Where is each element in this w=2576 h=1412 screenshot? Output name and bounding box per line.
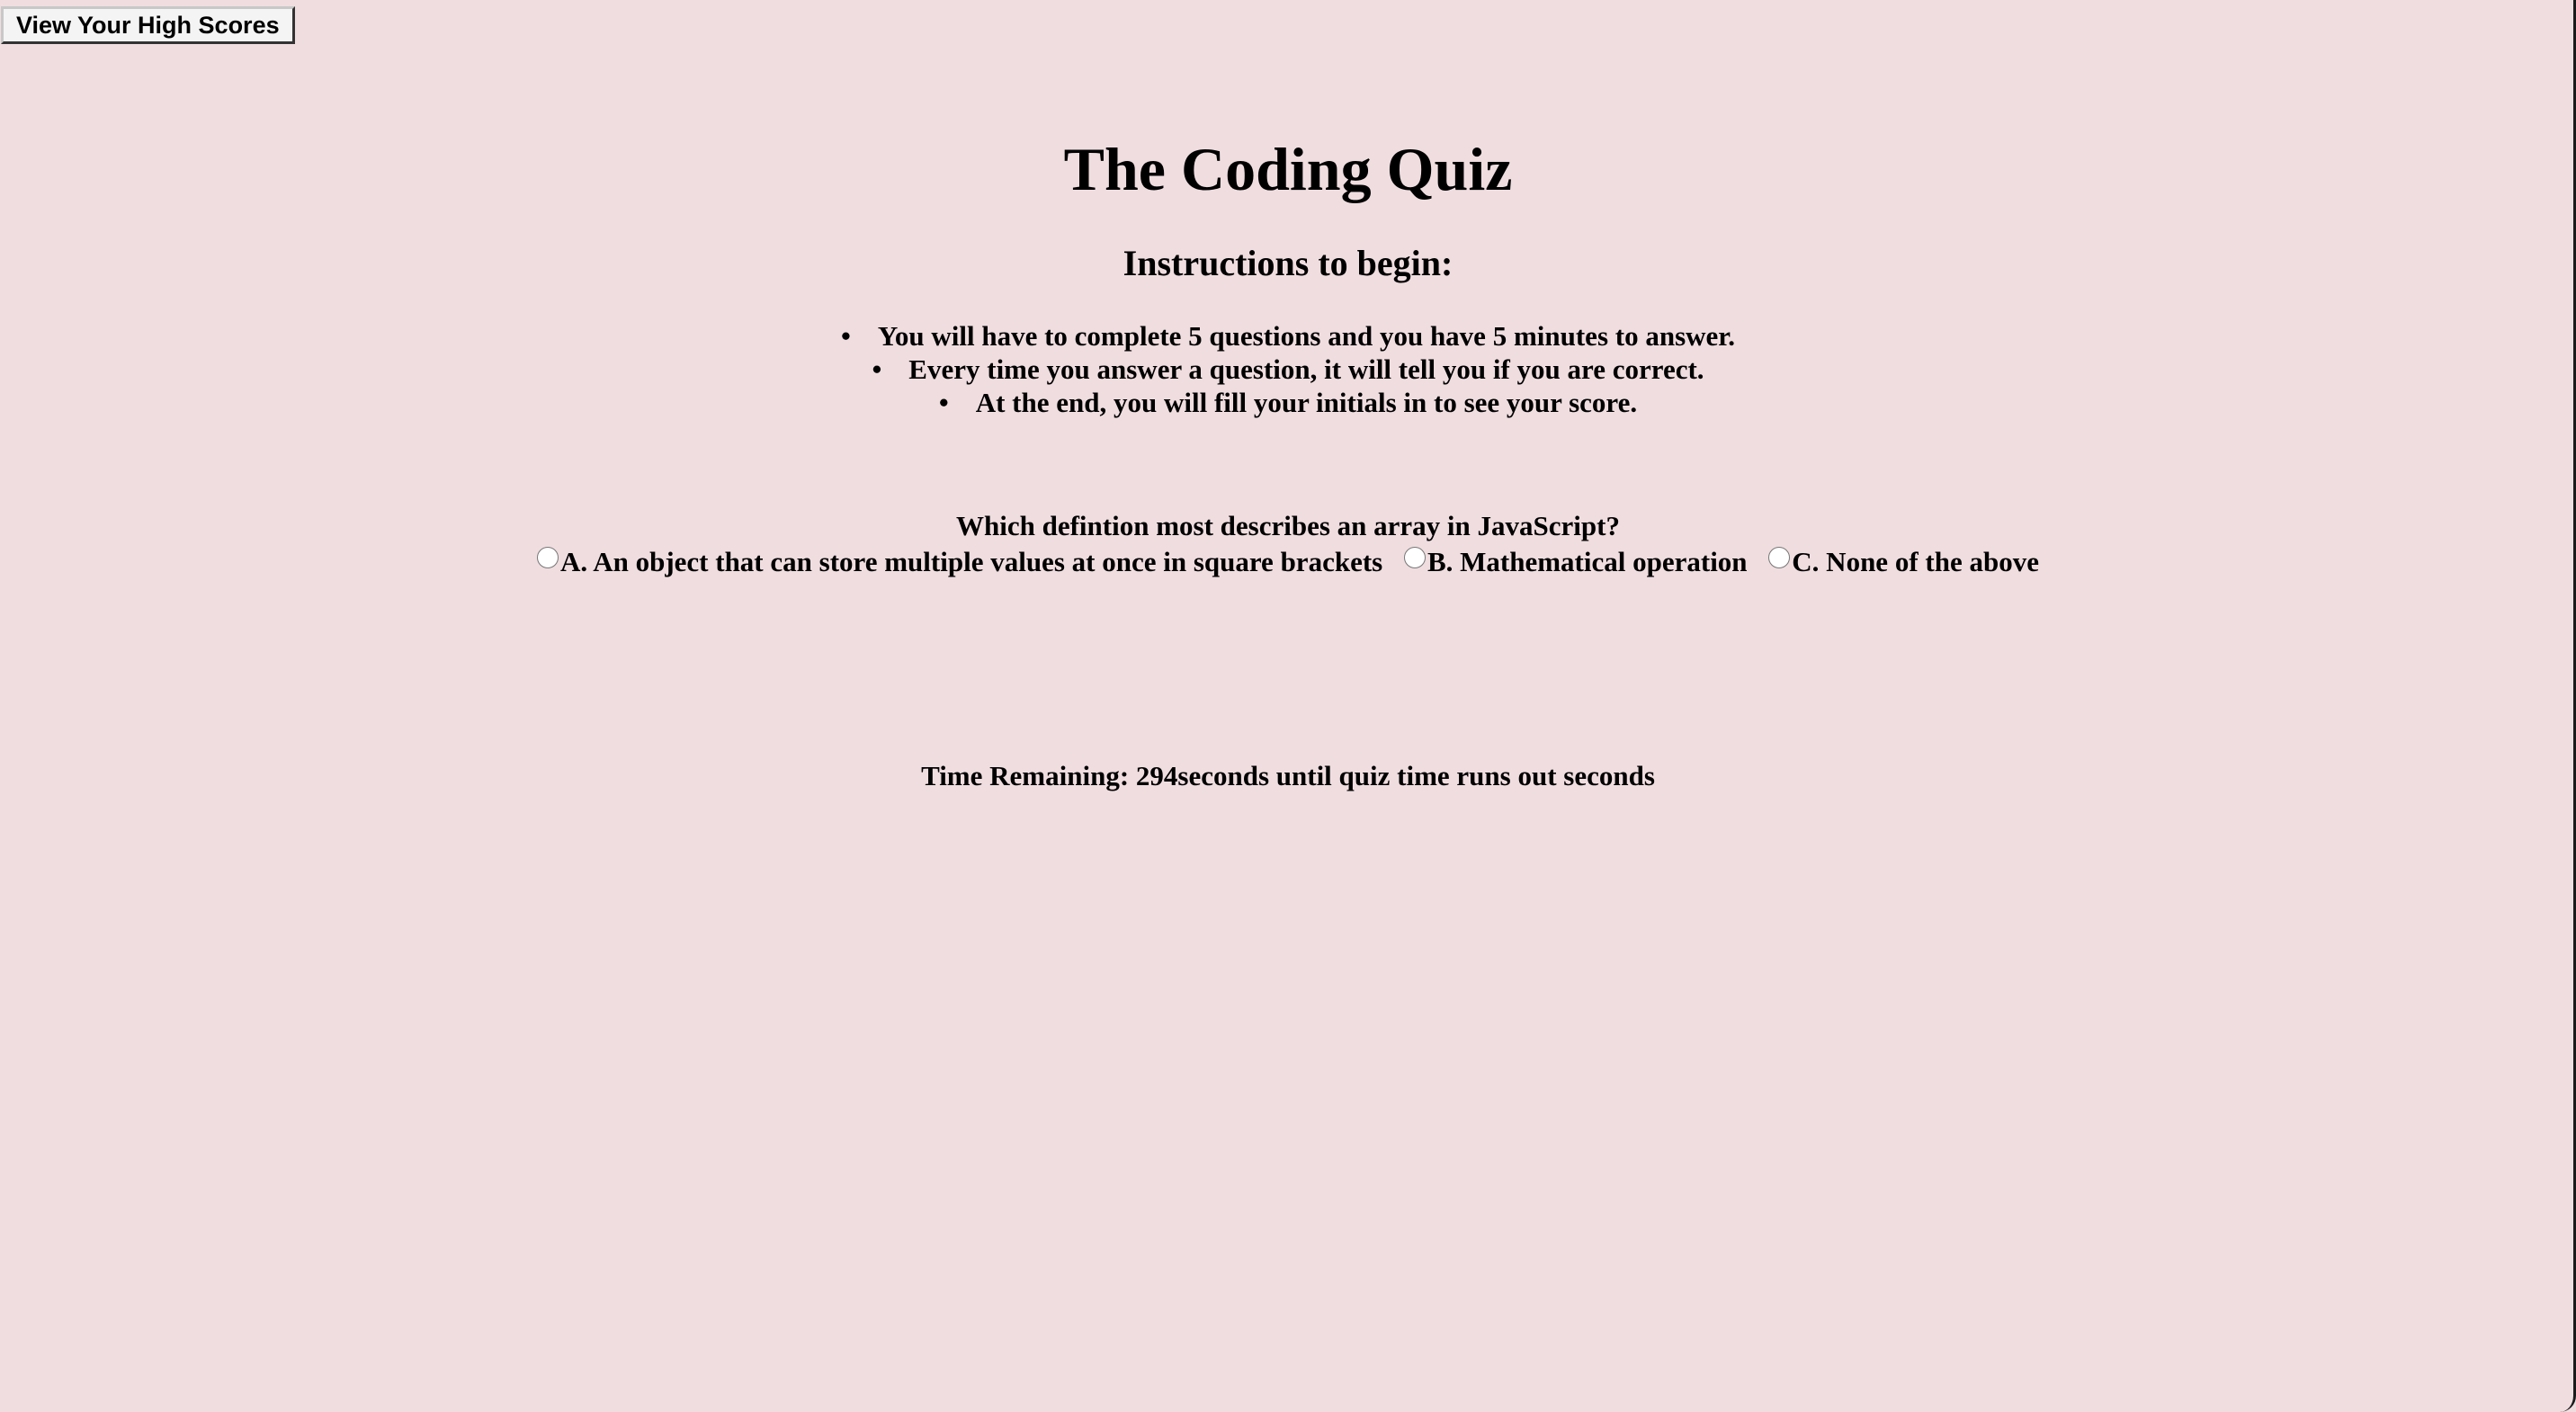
choice-b-radio[interactable]	[1403, 547, 1426, 568]
instruction-item: • At the end, you will fill your initials…	[0, 386, 2576, 419]
choice-a-radio[interactable]	[537, 547, 559, 568]
instructions-list: • You will have to complete 5 questions a…	[0, 319, 2576, 419]
page-frame	[0, 0, 2576, 1412]
time-remaining: Time Remaining: 294seconds until quiz ti…	[0, 758, 2576, 794]
page-title: The Coding Quiz	[1063, 135, 1513, 203]
instruction-text: At the end, you will fill your initials …	[975, 387, 1638, 418]
instruction-text: You will have to complete 5 questions an…	[877, 320, 1735, 352]
question-text: Which defintion most describes an array …	[956, 510, 1620, 541]
timer-suffix: seconds until quiz time runs out seconds	[1177, 760, 1655, 791]
choice-a[interactable]: A. An object that can store multiple val…	[537, 543, 1382, 581]
choice-c[interactable]: C. None of the above	[1768, 543, 2039, 581]
choice-c-radio[interactable]	[1768, 547, 1791, 568]
answer-choices: A. An object that can store multiple val…	[0, 543, 2576, 581]
bullet-icon: •	[938, 387, 949, 418]
choice-a-label[interactable]: A. An object that can store multiple val…	[560, 546, 1382, 577]
view-high-scores-button[interactable]: View Your High Scores	[1, 6, 295, 44]
instructions-heading: Instructions to begin:	[1123, 243, 1453, 283]
bullet-icon: •	[841, 320, 851, 352]
instruction-item: • Every time you answer a question, it wi…	[0, 353, 2576, 386]
bullet-icon: •	[872, 353, 882, 385]
timer-prefix: Time Remaining:	[921, 760, 1136, 791]
timer-value: 294	[1135, 760, 1178, 791]
choice-b-label[interactable]: B. Mathematical operation	[1427, 546, 1748, 577]
choice-b[interactable]: B. Mathematical operation	[1403, 543, 1748, 581]
choice-c-label[interactable]: C. None of the above	[1792, 546, 2039, 577]
instruction-text: Every time you answer a question, it wil…	[908, 353, 1704, 385]
instruction-item: • You will have to complete 5 questions a…	[0, 319, 2576, 353]
